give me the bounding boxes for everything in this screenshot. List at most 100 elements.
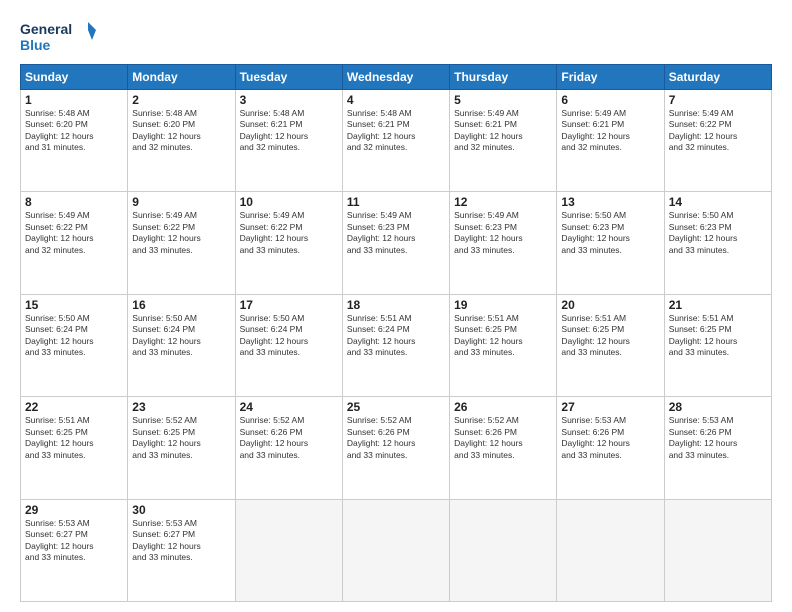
day-number: 16 <box>132 298 230 312</box>
day-number: 5 <box>454 93 552 107</box>
cell-info: Sunrise: 5:51 AM Sunset: 6:25 PM Dayligh… <box>561 313 659 359</box>
calendar-cell: 28Sunrise: 5:53 AM Sunset: 6:26 PM Dayli… <box>664 397 771 499</box>
cell-info: Sunrise: 5:49 AM Sunset: 6:23 PM Dayligh… <box>454 210 552 256</box>
calendar-cell: 29Sunrise: 5:53 AM Sunset: 6:27 PM Dayli… <box>21 499 128 601</box>
calendar-cell: 12Sunrise: 5:49 AM Sunset: 6:23 PM Dayli… <box>450 192 557 294</box>
calendar-cell: 14Sunrise: 5:50 AM Sunset: 6:23 PM Dayli… <box>664 192 771 294</box>
cell-info: Sunrise: 5:50 AM Sunset: 6:23 PM Dayligh… <box>669 210 767 256</box>
day-number: 17 <box>240 298 338 312</box>
day-number: 25 <box>347 400 445 414</box>
calendar-cell: 9Sunrise: 5:49 AM Sunset: 6:22 PM Daylig… <box>128 192 235 294</box>
cell-info: Sunrise: 5:48 AM Sunset: 6:21 PM Dayligh… <box>240 108 338 154</box>
cell-info: Sunrise: 5:48 AM Sunset: 6:21 PM Dayligh… <box>347 108 445 154</box>
cell-info: Sunrise: 5:49 AM Sunset: 6:23 PM Dayligh… <box>347 210 445 256</box>
day-number: 22 <box>25 400 123 414</box>
calendar-cell: 18Sunrise: 5:51 AM Sunset: 6:24 PM Dayli… <box>342 294 449 396</box>
cell-info: Sunrise: 5:51 AM Sunset: 6:24 PM Dayligh… <box>347 313 445 359</box>
day-number: 2 <box>132 93 230 107</box>
page: GeneralBlue SundayMondayTuesdayWednesday… <box>0 0 792 612</box>
calendar-cell: 8Sunrise: 5:49 AM Sunset: 6:22 PM Daylig… <box>21 192 128 294</box>
weekday-header: Tuesday <box>235 65 342 90</box>
day-number: 29 <box>25 503 123 517</box>
cell-info: Sunrise: 5:50 AM Sunset: 6:24 PM Dayligh… <box>25 313 123 359</box>
cell-info: Sunrise: 5:51 AM Sunset: 6:25 PM Dayligh… <box>25 415 123 461</box>
cell-info: Sunrise: 5:50 AM Sunset: 6:23 PM Dayligh… <box>561 210 659 256</box>
day-number: 8 <box>25 195 123 209</box>
cell-info: Sunrise: 5:51 AM Sunset: 6:25 PM Dayligh… <box>669 313 767 359</box>
day-number: 3 <box>240 93 338 107</box>
weekday-header: Wednesday <box>342 65 449 90</box>
cell-info: Sunrise: 5:49 AM Sunset: 6:22 PM Dayligh… <box>132 210 230 256</box>
calendar-cell: 24Sunrise: 5:52 AM Sunset: 6:26 PM Dayli… <box>235 397 342 499</box>
day-number: 12 <box>454 195 552 209</box>
calendar-cell: 17Sunrise: 5:50 AM Sunset: 6:24 PM Dayli… <box>235 294 342 396</box>
calendar-cell <box>557 499 664 601</box>
day-number: 4 <box>347 93 445 107</box>
calendar-cell: 21Sunrise: 5:51 AM Sunset: 6:25 PM Dayli… <box>664 294 771 396</box>
day-number: 10 <box>240 195 338 209</box>
weekday-header: Sunday <box>21 65 128 90</box>
calendar-cell: 26Sunrise: 5:52 AM Sunset: 6:26 PM Dayli… <box>450 397 557 499</box>
svg-text:General: General <box>20 21 72 37</box>
day-number: 6 <box>561 93 659 107</box>
calendar-cell: 4Sunrise: 5:48 AM Sunset: 6:21 PM Daylig… <box>342 90 449 192</box>
calendar-table: SundayMondayTuesdayWednesdayThursdayFrid… <box>20 64 772 602</box>
cell-info: Sunrise: 5:49 AM Sunset: 6:21 PM Dayligh… <box>561 108 659 154</box>
day-number: 24 <box>240 400 338 414</box>
cell-info: Sunrise: 5:53 AM Sunset: 6:26 PM Dayligh… <box>561 415 659 461</box>
cell-info: Sunrise: 5:52 AM Sunset: 6:26 PM Dayligh… <box>347 415 445 461</box>
calendar-cell <box>450 499 557 601</box>
calendar-cell: 13Sunrise: 5:50 AM Sunset: 6:23 PM Dayli… <box>557 192 664 294</box>
day-number: 26 <box>454 400 552 414</box>
logo-icon: GeneralBlue <box>20 18 100 54</box>
calendar-cell <box>235 499 342 601</box>
calendar-cell: 25Sunrise: 5:52 AM Sunset: 6:26 PM Dayli… <box>342 397 449 499</box>
calendar-cell: 19Sunrise: 5:51 AM Sunset: 6:25 PM Dayli… <box>450 294 557 396</box>
day-number: 14 <box>669 195 767 209</box>
day-number: 28 <box>669 400 767 414</box>
logo: GeneralBlue <box>20 18 100 54</box>
day-number: 11 <box>347 195 445 209</box>
calendar-cell: 10Sunrise: 5:49 AM Sunset: 6:22 PM Dayli… <box>235 192 342 294</box>
day-number: 13 <box>561 195 659 209</box>
cell-info: Sunrise: 5:50 AM Sunset: 6:24 PM Dayligh… <box>132 313 230 359</box>
calendar-cell: 3Sunrise: 5:48 AM Sunset: 6:21 PM Daylig… <box>235 90 342 192</box>
cell-info: Sunrise: 5:49 AM Sunset: 6:21 PM Dayligh… <box>454 108 552 154</box>
svg-text:Blue: Blue <box>20 37 51 53</box>
weekday-header: Thursday <box>450 65 557 90</box>
weekday-header: Monday <box>128 65 235 90</box>
cell-info: Sunrise: 5:50 AM Sunset: 6:24 PM Dayligh… <box>240 313 338 359</box>
day-number: 30 <box>132 503 230 517</box>
cell-info: Sunrise: 5:52 AM Sunset: 6:25 PM Dayligh… <box>132 415 230 461</box>
calendar-cell <box>342 499 449 601</box>
calendar-cell: 7Sunrise: 5:49 AM Sunset: 6:22 PM Daylig… <box>664 90 771 192</box>
day-number: 7 <box>669 93 767 107</box>
calendar-cell: 11Sunrise: 5:49 AM Sunset: 6:23 PM Dayli… <box>342 192 449 294</box>
calendar-cell: 20Sunrise: 5:51 AM Sunset: 6:25 PM Dayli… <box>557 294 664 396</box>
cell-info: Sunrise: 5:51 AM Sunset: 6:25 PM Dayligh… <box>454 313 552 359</box>
day-number: 21 <box>669 298 767 312</box>
calendar-cell: 27Sunrise: 5:53 AM Sunset: 6:26 PM Dayli… <box>557 397 664 499</box>
calendar-cell: 22Sunrise: 5:51 AM Sunset: 6:25 PM Dayli… <box>21 397 128 499</box>
cell-info: Sunrise: 5:52 AM Sunset: 6:26 PM Dayligh… <box>240 415 338 461</box>
day-number: 18 <box>347 298 445 312</box>
cell-info: Sunrise: 5:49 AM Sunset: 6:22 PM Dayligh… <box>669 108 767 154</box>
calendar-cell: 15Sunrise: 5:50 AM Sunset: 6:24 PM Dayli… <box>21 294 128 396</box>
day-number: 9 <box>132 195 230 209</box>
calendar-cell: 5Sunrise: 5:49 AM Sunset: 6:21 PM Daylig… <box>450 90 557 192</box>
day-number: 20 <box>561 298 659 312</box>
header: GeneralBlue <box>20 18 772 54</box>
cell-info: Sunrise: 5:52 AM Sunset: 6:26 PM Dayligh… <box>454 415 552 461</box>
weekday-header: Saturday <box>664 65 771 90</box>
weekday-header: Friday <box>557 65 664 90</box>
cell-info: Sunrise: 5:48 AM Sunset: 6:20 PM Dayligh… <box>25 108 123 154</box>
cell-info: Sunrise: 5:53 AM Sunset: 6:27 PM Dayligh… <box>132 518 230 564</box>
day-number: 1 <box>25 93 123 107</box>
calendar-cell: 1Sunrise: 5:48 AM Sunset: 6:20 PM Daylig… <box>21 90 128 192</box>
cell-info: Sunrise: 5:49 AM Sunset: 6:22 PM Dayligh… <box>25 210 123 256</box>
cell-info: Sunrise: 5:49 AM Sunset: 6:22 PM Dayligh… <box>240 210 338 256</box>
day-number: 27 <box>561 400 659 414</box>
calendar-cell: 23Sunrise: 5:52 AM Sunset: 6:25 PM Dayli… <box>128 397 235 499</box>
cell-info: Sunrise: 5:53 AM Sunset: 6:27 PM Dayligh… <box>25 518 123 564</box>
calendar-cell: 30Sunrise: 5:53 AM Sunset: 6:27 PM Dayli… <box>128 499 235 601</box>
